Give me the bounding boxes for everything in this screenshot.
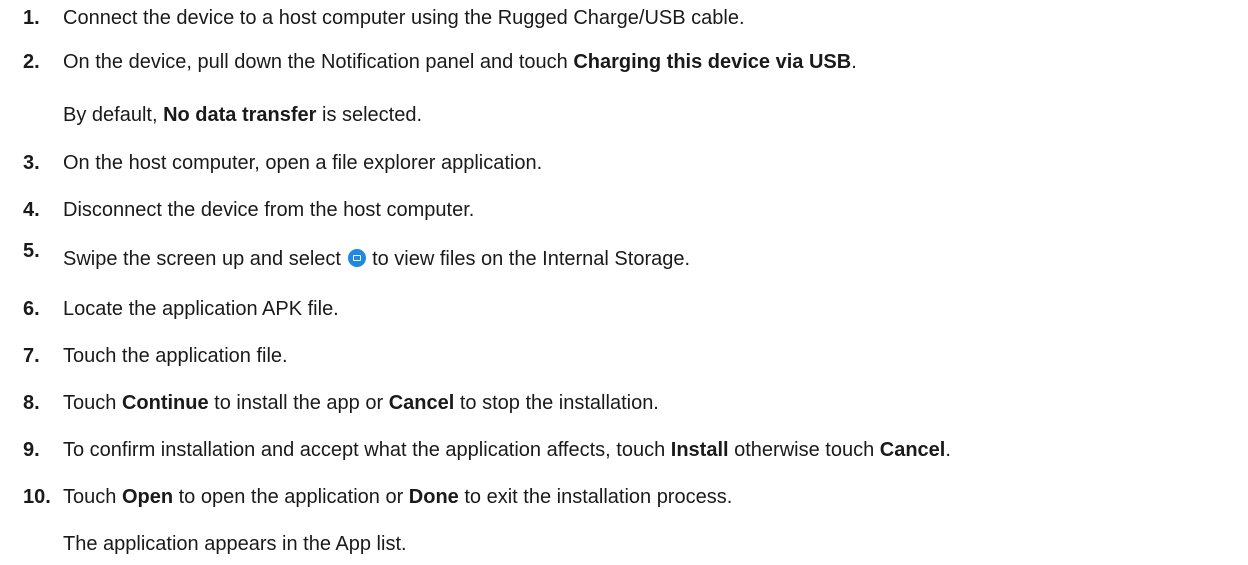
step-text-part: By default, — [63, 104, 164, 126]
step-text: Touch Open to open the application or Do… — [63, 482, 732, 512]
step-number: 6. — [23, 298, 40, 320]
step-text: Locate the application APK file. — [63, 298, 339, 320]
step-text: To confirm installation and accept what … — [63, 435, 951, 465]
ui-term: Continue — [121, 392, 209, 414]
instruction-document: 1. Connect the device to a host computer… — [0, 0, 1248, 565]
ui-term: No data transfer — [163, 104, 317, 126]
step-number: 1. — [23, 7, 40, 29]
step-note: By default, No data transfer is selected… — [63, 100, 422, 130]
step-text: Swipe the screen up and select to view f… — [63, 244, 690, 274]
step-number: 9. — [23, 439, 40, 461]
step-text-part: To confirm installation and accept what … — [63, 439, 671, 461]
step-text-part: . — [945, 439, 951, 461]
step-text-part: . — [851, 51, 857, 73]
step-number: 7. — [23, 345, 40, 367]
step-number: 2. — [23, 51, 40, 73]
step-text-part: to view files on the Internal Storage. — [366, 248, 691, 270]
step-text-part: otherwise touch — [728, 439, 880, 461]
step-text-part: Touch — [63, 392, 122, 414]
files-app-icon — [347, 249, 366, 267]
step-text-part: to install the app or — [208, 392, 389, 414]
ui-term: Install — [670, 439, 729, 461]
ui-term: Charging this device via USB — [573, 51, 852, 73]
step-text-part: Touch — [63, 486, 122, 508]
step-number: 8. — [23, 392, 40, 414]
ui-term: Open — [121, 486, 174, 508]
step-text-part: to stop the installation. — [454, 392, 659, 414]
step-number: 10. — [23, 486, 51, 508]
step-number: 4. — [23, 199, 40, 221]
ui-term: Cancel — [879, 439, 946, 461]
step-text: Touch Continue to install the app or Can… — [63, 388, 659, 418]
step-text-part: to exit the installation process. — [458, 486, 733, 508]
step-text: On the host computer, open a file explor… — [63, 152, 543, 174]
step-text-part: is selected. — [316, 104, 423, 126]
step-text: Connect the device to a host computer us… — [63, 7, 745, 29]
step-note: The application appears in the App list. — [63, 533, 407, 555]
step-text-part: Swipe the screen up and select — [63, 248, 347, 270]
ui-term: Done — [408, 486, 459, 508]
step-text-part: On the device, pull down the Notificatio… — [63, 51, 574, 73]
step-number: 3. — [23, 152, 40, 174]
step-text: Disconnect the device from the host comp… — [63, 199, 475, 221]
step-text-part: to open the application or — [173, 486, 409, 508]
step-text: On the device, pull down the Notificatio… — [63, 47, 857, 77]
step-number: 5. — [23, 240, 40, 262]
step-text: Touch the application file. — [63, 345, 288, 367]
ui-term: Cancel — [388, 392, 455, 414]
